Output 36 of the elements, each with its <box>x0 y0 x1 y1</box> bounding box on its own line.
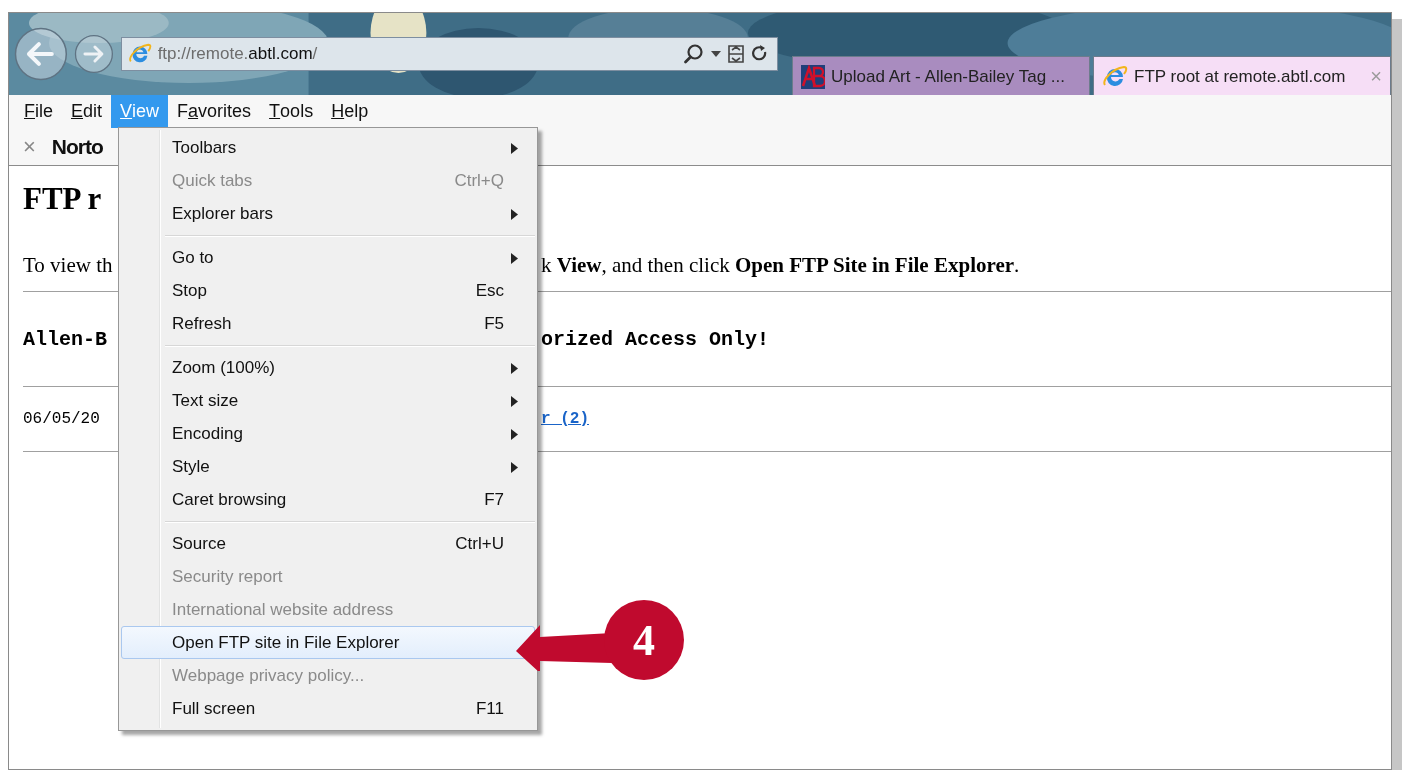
listing-date: 06/05/20 <box>23 409 100 429</box>
page-heading: FTP r <box>23 181 102 217</box>
caret-icon[interactable] <box>711 51 721 57</box>
menu-item[interactable]: Style <box>121 450 535 483</box>
menu-bar-item[interactable]: Tools <box>260 95 323 128</box>
folder-link[interactable]: r (2) <box>541 410 589 428</box>
menu-item[interactable]: Go to <box>121 241 535 274</box>
search-icon[interactable] <box>683 43 705 65</box>
browser-tab[interactable]: FTP root at remote.abtl.com × <box>1093 56 1391 95</box>
toolbar-logo: Norto <box>51 134 103 159</box>
notice-text: orized Access Only! <box>541 328 770 352</box>
menu-item[interactable]: Zoom (100%) <box>121 351 535 384</box>
menu-bar-item[interactable]: Edit <box>62 95 112 128</box>
compatibility-view-icon[interactable] <box>727 44 745 64</box>
notice-text: Allen-B <box>23 328 107 352</box>
browser-tab[interactable]: Upload Art - Allen-Bailey Tag ... <box>792 56 1090 95</box>
menu-item[interactable]: Full screen F11 <box>121 692 535 725</box>
intro-text: To view th <box>23 253 113 277</box>
intro-text: k View, and then click Open FTP Site in File Explorer. <box>541 253 1020 277</box>
site-logo-icon <box>801 64 825 89</box>
forward-button[interactable] <box>73 34 114 74</box>
menu-bar-item[interactable]: Favorites <box>168 95 261 128</box>
menu-item[interactable]: Refresh F5 <box>121 307 535 340</box>
menu-item[interactable]: Open FTP site in File Explorer <box>121 626 535 659</box>
menu-bar-item[interactable]: File <box>15 95 62 128</box>
menu-item[interactable]: Source Ctrl+U <box>121 527 535 560</box>
menu-item[interactable]: Text size <box>121 384 535 417</box>
menu-item[interactable]: Explorer bars <box>121 197 535 230</box>
menu-bar-item[interactable]: Help <box>322 95 378 128</box>
menu-item[interactable]: Toolbars <box>121 131 535 164</box>
back-button[interactable] <box>14 27 68 81</box>
step-number-badge: 4 <box>604 600 684 680</box>
menu-item[interactable]: Caret browsing F7 <box>121 483 535 516</box>
menu-item[interactable]: Encoding <box>121 417 535 450</box>
menu-item[interactable]: Stop Esc <box>121 274 535 307</box>
address-field[interactable]: ftp://remote.abtl.com/ <box>120 37 778 71</box>
